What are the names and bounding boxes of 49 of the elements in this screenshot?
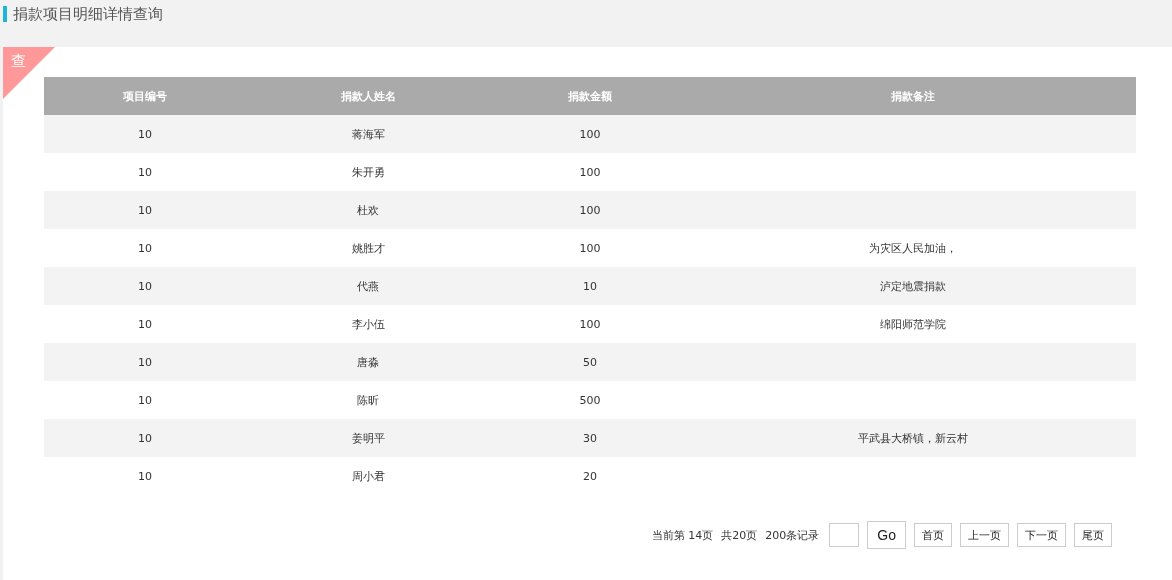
column-header: 捐款金额 bbox=[568, 89, 612, 103]
table-cell: 平武县大桥镇，新云村 bbox=[858, 431, 968, 445]
column-header: 项目编号 bbox=[123, 89, 167, 103]
table-cell: 唐淼 bbox=[357, 355, 379, 369]
table-cell: 为灾区人民加油， bbox=[869, 241, 957, 255]
table-cell: 李小伍 bbox=[351, 317, 385, 331]
table-cell: 周小君 bbox=[351, 469, 385, 483]
table-cell: 10 bbox=[583, 279, 597, 293]
table-cell: 10 bbox=[138, 317, 152, 331]
page-info: 当前第 14页 bbox=[651, 527, 714, 543]
table-cell: 10 bbox=[138, 469, 152, 483]
table-cell: 姜明平 bbox=[351, 431, 385, 445]
table-cell: 朱开勇 bbox=[351, 165, 385, 179]
table-cell: 10 bbox=[138, 241, 152, 255]
table-cell: 100 bbox=[579, 203, 601, 217]
table-cell: 100 bbox=[579, 127, 601, 141]
table-cell: 100 bbox=[579, 165, 601, 179]
table-cell: 30 bbox=[583, 431, 597, 445]
table-cell: 姚胜才 bbox=[351, 241, 385, 255]
table-cell: 代燕 bbox=[357, 279, 379, 293]
table-cell: 50 bbox=[583, 355, 597, 369]
record-count: 200条记录 bbox=[765, 527, 820, 543]
page-count: 共20页 bbox=[721, 527, 758, 543]
go-button[interactable]: Go bbox=[867, 521, 906, 549]
page-button[interactable]: 首页 bbox=[914, 523, 952, 547]
table-cell: 10 bbox=[138, 431, 152, 445]
table-cell: 10 bbox=[138, 355, 152, 369]
column-header: 捐款人姓名 bbox=[340, 89, 396, 103]
table-cell: 10 bbox=[138, 393, 152, 407]
page-button[interactable]: 尾页 bbox=[1074, 523, 1112, 547]
table-cell: 蒋海军 bbox=[351, 127, 385, 141]
table-cell: 10 bbox=[138, 203, 152, 217]
table-cell: 10 bbox=[138, 279, 152, 293]
table-cell: 100 bbox=[579, 241, 601, 255]
table-cell: 绵阳师范学院 bbox=[880, 317, 946, 331]
table-cell: 泸定地震捐款 bbox=[880, 279, 946, 293]
table-cell: 杜欢 bbox=[357, 203, 379, 217]
page-button[interactable]: 下一页 bbox=[1017, 523, 1066, 547]
column-header: 捐款备注 bbox=[891, 89, 935, 103]
corner-label: 查 bbox=[11, 52, 26, 70]
page-button[interactable]: 上一页 bbox=[960, 523, 1009, 547]
table-cell: 10 bbox=[138, 127, 152, 141]
table-cell: 20 bbox=[583, 469, 597, 483]
table-cell: 陈昕 bbox=[357, 393, 379, 407]
table-cell: 500 bbox=[579, 393, 601, 407]
page-input[interactable] bbox=[829, 523, 860, 547]
table-cell: 10 bbox=[138, 165, 152, 179]
table-cell: 100 bbox=[579, 317, 601, 331]
page-title: 捐款项目明细详情查询 bbox=[13, 4, 163, 24]
